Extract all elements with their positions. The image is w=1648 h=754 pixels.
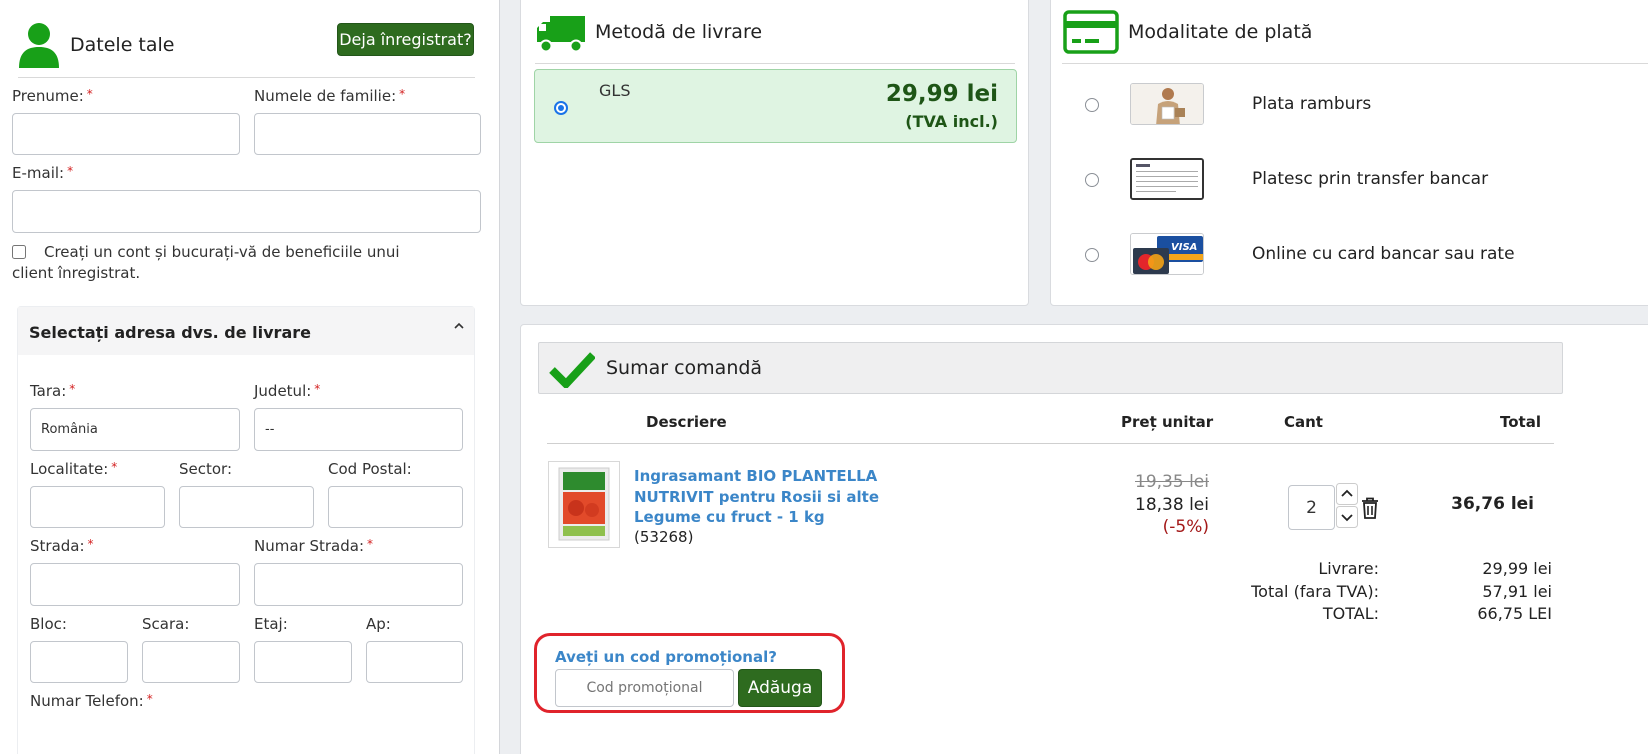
customer-details-column: Datele tale Deja înregistrat? Prenume: * … — [0, 0, 500, 754]
floor-label: Etaj: — [254, 615, 288, 633]
street-label: Strada: * — [30, 537, 94, 555]
email-field[interactable] — [12, 190, 481, 233]
phone-label: Numar Telefon: * — [30, 692, 153, 710]
postal-code-label: Cod Postal: — [328, 460, 412, 478]
apartment-field[interactable] — [366, 641, 463, 683]
grand-total-value: 66,75 LEI — [1477, 604, 1552, 623]
payment-method-title: Modalitate de plată — [1128, 21, 1313, 43]
delivery-method-title: Metodă de livrare — [595, 21, 763, 43]
block-field[interactable] — [30, 641, 128, 683]
country-label: Tara: * — [30, 382, 76, 400]
delivery-truck-icon — [537, 16, 585, 53]
unit-price-column-header: Preț unitar — [1121, 413, 1214, 431]
discount-percent: (-5%) — [1162, 517, 1209, 537]
table-header-divider — [547, 443, 1554, 444]
order-summary-title: Sumar comandă — [606, 357, 763, 379]
old-price: 19,35 lei — [1135, 472, 1209, 492]
product-name-link[interactable]: Ingrasamant BIO PLANTELLA NUTRIVIT pentr… — [634, 466, 944, 528]
payment-divider — [1062, 63, 1648, 64]
delivery-method-card: Metodă de livrare GLS 29,99 lei (TVA inc… — [520, 0, 1029, 306]
gls-vat-note: (TVA incl.) — [905, 112, 998, 131]
delivery-total-value: 29,99 lei — [1482, 559, 1552, 578]
table-row: Ingrasamant BIO PLANTELLA NUTRIVIT pentr… — [521, 453, 1641, 553]
cash-on-delivery-label: Plata ramburs — [1252, 94, 1372, 114]
total-without-vat-label: Total (fara TVA): — [1251, 582, 1379, 601]
payment-method-card: Modalitate de plată Plata ramburs Plates… — [1050, 0, 1648, 306]
cash-on-delivery-radio[interactable] — [1085, 98, 1099, 112]
personal-details-title: Datele tale — [70, 34, 175, 56]
street-number-field[interactable] — [254, 563, 463, 606]
unit-price: 18,38 lei — [1135, 495, 1209, 515]
quantity-column-header: Cant — [1284, 413, 1323, 431]
first-name-label: Prenume: * — [12, 87, 93, 105]
email-label: E-mail: * — [12, 164, 74, 182]
add-promo-button[interactable]: Adăuga — [738, 669, 822, 707]
bank-transfer-image — [1130, 158, 1204, 200]
grand-total-label: TOTAL: — [1322, 604, 1379, 623]
gls-price: 29,99 lei — [885, 81, 998, 107]
personal-divider — [18, 77, 475, 78]
credit-card-icon — [1063, 10, 1119, 54]
line-total: 36,76 lei — [1451, 494, 1534, 514]
delivery-divider — [535, 63, 1015, 64]
county-label: Judetul: * — [254, 382, 321, 400]
order-summary-card: Sumar comandă Descriere Preț unitar Cant… — [520, 324, 1648, 754]
delivery-address-title: Selectați adresa dvs. de livrare — [29, 323, 311, 342]
city-label: Localitate: * — [30, 460, 118, 478]
product-image[interactable] — [548, 461, 620, 548]
already-registered-button[interactable]: Deja înregistrat? — [337, 23, 474, 56]
county-select[interactable] — [254, 408, 463, 451]
apartment-label: Ap: — [366, 615, 391, 633]
staircase-label: Scara: — [142, 615, 190, 633]
quantity-decrease-icon[interactable] — [1336, 506, 1358, 528]
cash-on-delivery-image — [1130, 83, 1204, 125]
country-select[interactable] — [30, 408, 240, 451]
order-summary-header: Sumar comandă — [538, 342, 1563, 394]
card-payment-radio[interactable] — [1085, 248, 1099, 262]
gls-radio[interactable] — [554, 101, 568, 115]
last-name-label: Numele de familie: * — [254, 87, 406, 105]
total-column-header: Total — [1500, 413, 1541, 431]
quantity-increase-icon[interactable] — [1336, 483, 1358, 505]
city-field[interactable] — [30, 486, 165, 528]
delivery-option-gls[interactable]: GLS 29,99 lei (TVA incl.) — [534, 69, 1017, 143]
user-icon — [19, 23, 59, 68]
street-field[interactable] — [30, 563, 240, 606]
bank-transfer-radio[interactable] — [1085, 173, 1099, 187]
quantity-input[interactable] — [1288, 485, 1335, 530]
promo-code-section: Aveți un cod promoțional? Adăuga — [534, 633, 845, 713]
chevron-up-icon[interactable] — [453, 320, 465, 332]
promo-code-input[interactable] — [555, 669, 734, 707]
street-number-label: Numar Strada: * — [254, 537, 373, 555]
checkmark-icon — [549, 352, 595, 388]
delivery-address-panel: Selectați adresa dvs. de livrare — [17, 306, 475, 754]
delivery-total-label: Livrare: — [1318, 559, 1379, 578]
postal-code-field[interactable] — [328, 486, 463, 528]
description-column-header: Descriere — [646, 413, 727, 431]
bank-transfer-label: Platesc prin transfer bancar — [1252, 169, 1489, 189]
quantity-stepper[interactable] — [1288, 483, 1379, 530]
staircase-field[interactable] — [142, 641, 240, 683]
delivery-address-header[interactable]: Selectați adresa dvs. de livrare — [18, 307, 474, 355]
card-payment-label: Online cu card bancar sau rate — [1252, 244, 1515, 264]
block-label: Bloc: — [30, 615, 67, 633]
total-without-vat-value: 57,91 lei — [1482, 582, 1552, 601]
trash-icon[interactable] — [1361, 497, 1379, 519]
floor-field[interactable] — [254, 641, 352, 683]
sector-field[interactable] — [179, 486, 314, 528]
product-code: (53268) — [634, 528, 694, 546]
last-name-field[interactable] — [254, 113, 481, 155]
first-name-field[interactable] — [12, 113, 240, 155]
promo-code-question[interactable]: Aveți un cod promoțional? — [555, 648, 777, 666]
create-account-text: Creați un cont și bucurați-vă de benefic… — [12, 243, 400, 282]
gls-label: GLS — [599, 81, 631, 100]
svg-text:VISA: VISA — [1171, 242, 1197, 253]
card-visa-mastercard-image: VISA — [1130, 233, 1204, 275]
sector-label: Sector: — [179, 460, 233, 478]
